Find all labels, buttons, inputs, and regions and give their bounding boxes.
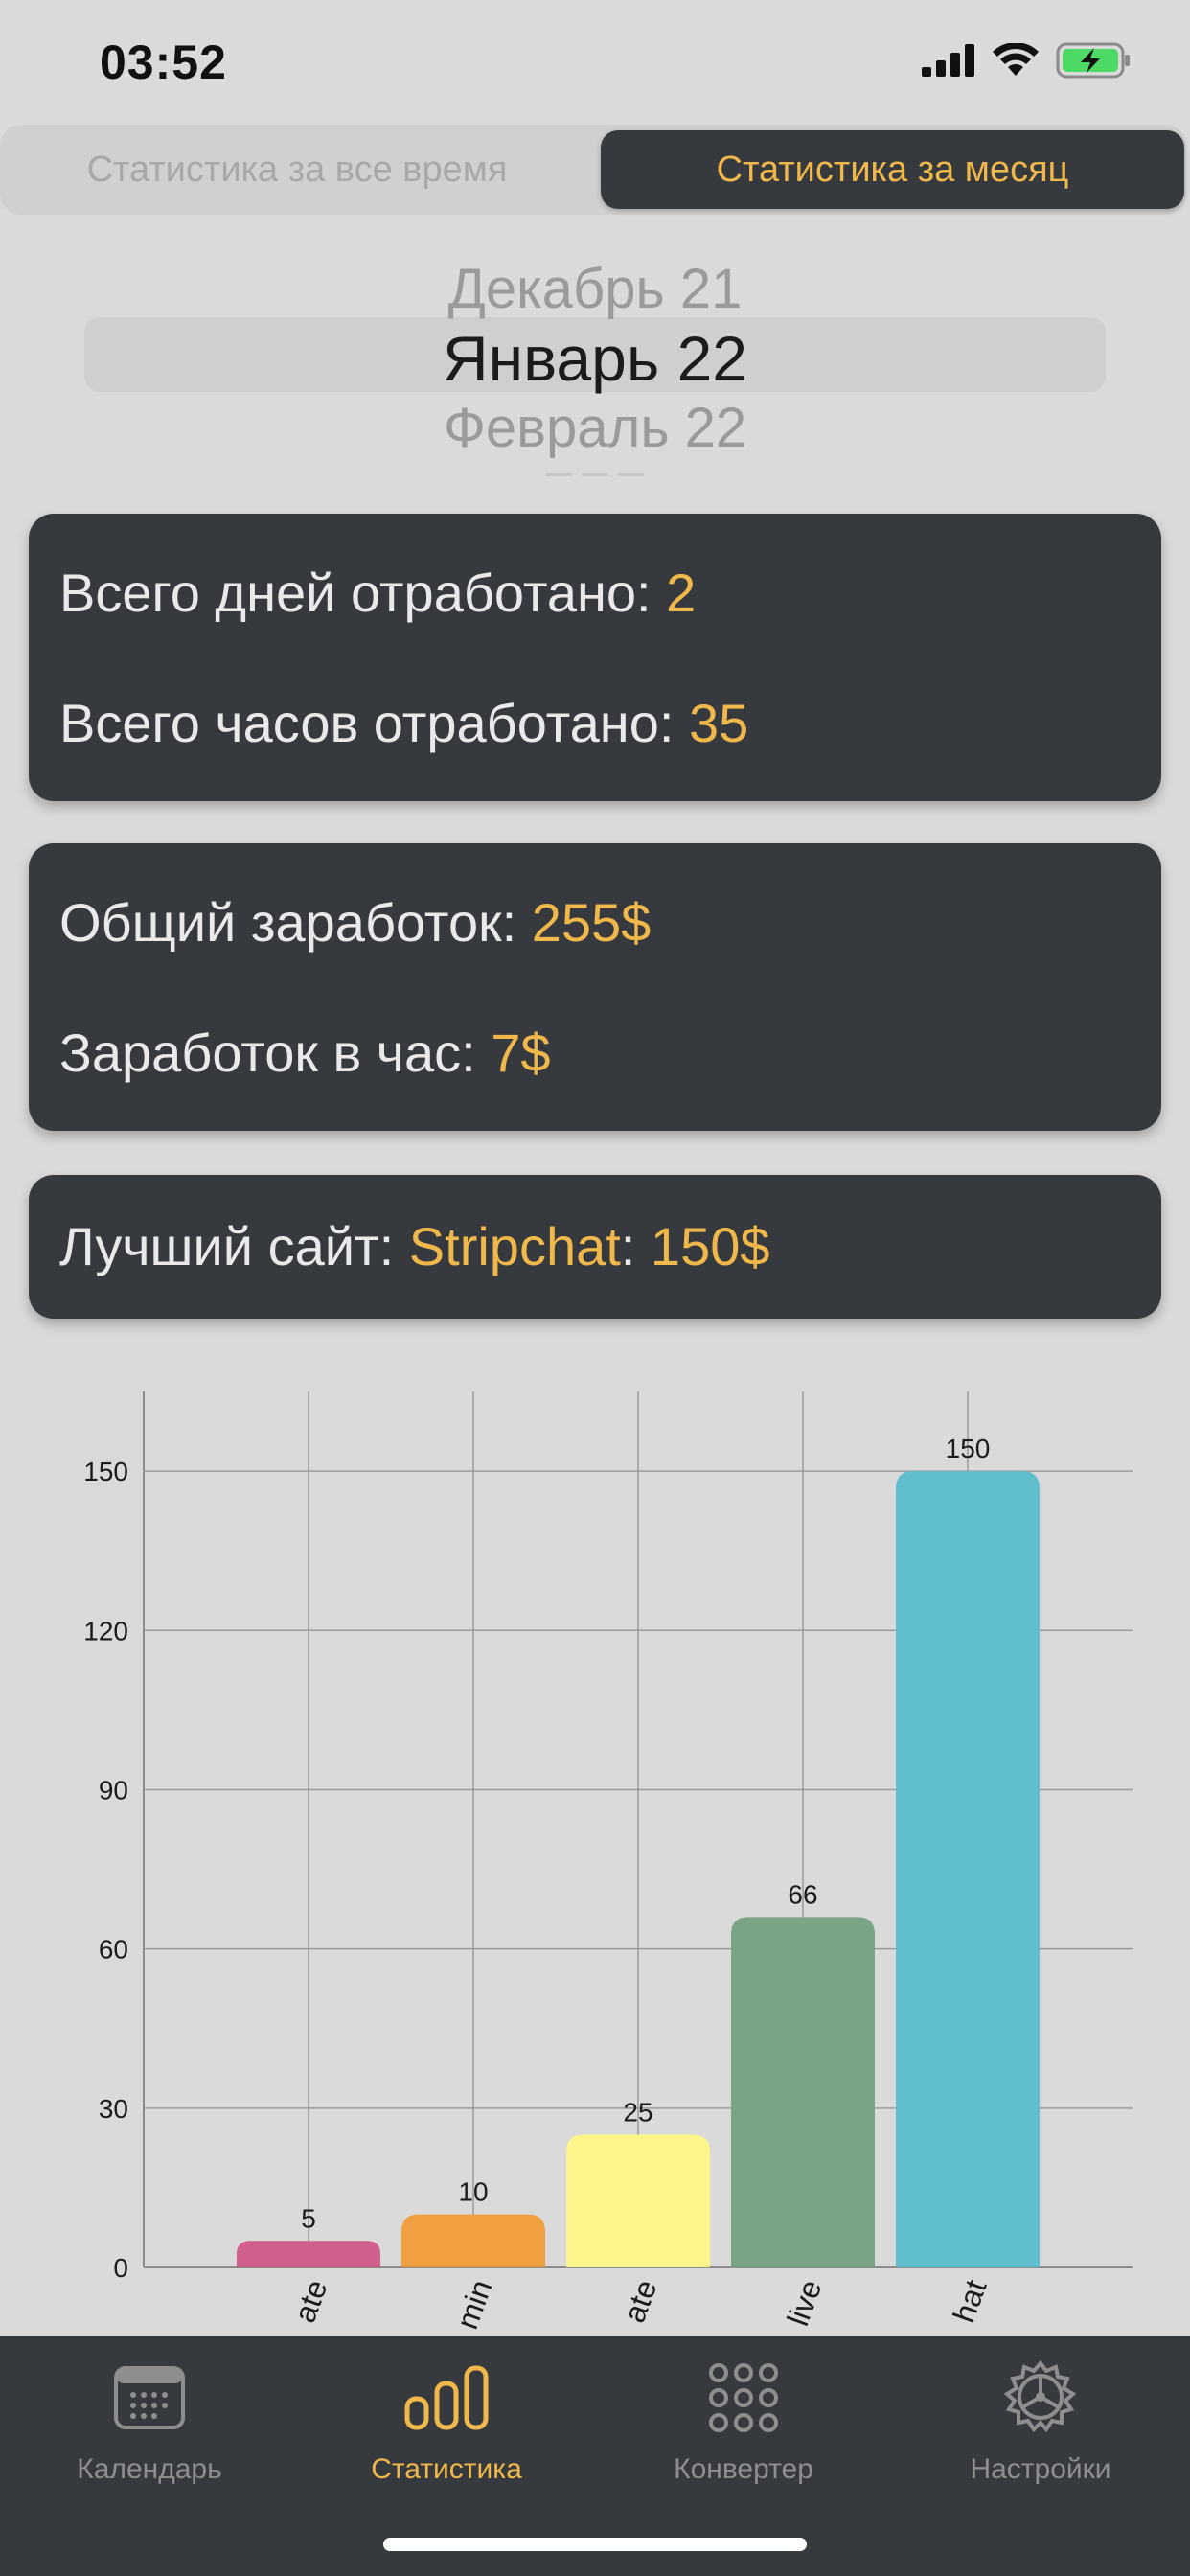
home-indicator [383,2538,807,2551]
x-tick-label: ate [287,2275,334,2327]
work-summary-card: Всего дней отработано: 2 Всего часов отр… [29,514,1161,801]
x-tick-label: min [449,2275,498,2334]
hourly-earnings-line: Заработок в час: 7$ [59,1022,551,1084]
x-tick-label: hat [947,2275,994,2327]
hourly-earnings-label: Заработок в час: [59,1023,492,1083]
battery-icon [1056,42,1133,83]
x-tick-label: ate [617,2275,664,2327]
picker-row-previous[interactable]: Декабрь 21 [0,257,1190,321]
days-worked-value: 2 [666,563,697,623]
picker-row-selected[interactable]: Январь 22 [0,322,1190,395]
days-worked-label: Всего дней отработано: [59,563,667,623]
tab-calendar-label: Календарь [77,2453,222,2485]
picker-row-clipped-bottom: ─ ─ ─ [546,454,644,477]
y-tick-label: 30 [99,2094,128,2124]
tab-settings-label: Настройки [970,2453,1111,2485]
hours-worked-value: 35 [689,693,749,753]
best-site-label: Лучший сайт: [59,1216,409,1276]
stats-period-segmented-control: Статистика за все время Статистика за ме… [0,125,1186,215]
tab-month-stats[interactable]: Статистика за месяц [601,130,1184,209]
total-earnings-label: Общий заработок: [59,892,532,953]
total-earnings-value: 255$ [531,892,652,953]
y-tick-label: 60 [99,1935,128,1965]
y-tick-label: 90 [99,1775,128,1805]
chart-bar [896,1471,1040,2267]
bar-value-label: 10 [458,2177,488,2207]
grid-icon [595,2350,892,2446]
y-tick-label: 120 [83,1616,128,1645]
settings-icon [892,2350,1189,2446]
chart-icon [298,2350,595,2446]
earnings-card: Общий заработок: 255$ Заработок в час: 7… [29,843,1161,1131]
status-icons [922,42,1133,83]
tab-statistics-label: Статистика [371,2453,522,2485]
picker-row-next[interactable]: Февраль 22 [0,396,1190,460]
bar-value-label: 150 [946,1434,991,1463]
signal-icon [922,44,975,81]
chart-bar [731,1917,875,2267]
hours-worked-label: Всего часов отработано: [59,693,689,753]
status-time: 03:52 [100,35,227,89]
best-site-separator: : [620,1216,651,1276]
hours-worked-line: Всего часов отработано: 35 [59,692,748,754]
hourly-earnings-value: 7$ [491,1023,551,1083]
best-site-line: Лучший сайт: Stripchat: 150$ [59,1215,770,1277]
x-tick-label: live [780,2275,828,2330]
bar-value-label: 66 [788,1879,817,1909]
tab-converter-label: Конвертер [674,2453,813,2485]
picker-row-clipped-top: ─ ─ ─ ─ ─ ─ [0,218,1190,235]
calendar-icon [1,2350,298,2446]
month-picker[interactable]: ─ ─ ─ ─ ─ ─ Декабрь 21 Январь 22 Февраль… [0,218,1190,477]
days-worked-line: Всего дней отработано: 2 [59,562,696,624]
tab-converter[interactable]: Конвертер [595,2336,892,2528]
best-site-card: Лучший сайт: Stripchat: 150$ [29,1175,1161,1319]
best-site-value: 150$ [650,1216,770,1276]
tab-settings[interactable]: Настройки [892,2336,1189,2528]
tab-calendar[interactable]: Календарь [1,2336,298,2528]
bar-value-label: 25 [623,2098,652,2128]
y-tick-label: 150 [83,1457,128,1486]
wifi-icon [993,42,1039,82]
y-tick-label: 0 [113,2253,128,2283]
tab-all-time-stats[interactable]: Статистика за все время [0,125,594,215]
chart-bar [566,2134,710,2267]
best-site-name: Stripchat [408,1216,621,1276]
earnings-by-site-bar-chart: 0 30 60 90 120 150 5 ate 10 min 25 ate 66 live 150 hat [83,1392,1133,2334]
tab-statistics[interactable]: Статистика [298,2336,595,2528]
total-earnings-line: Общий заработок: 255$ [59,891,651,954]
bar-value-label: 5 [301,2203,316,2233]
chart-bar [237,2241,380,2267]
status-bar: 03:52 [0,0,1190,125]
chart-bar [401,2214,545,2267]
